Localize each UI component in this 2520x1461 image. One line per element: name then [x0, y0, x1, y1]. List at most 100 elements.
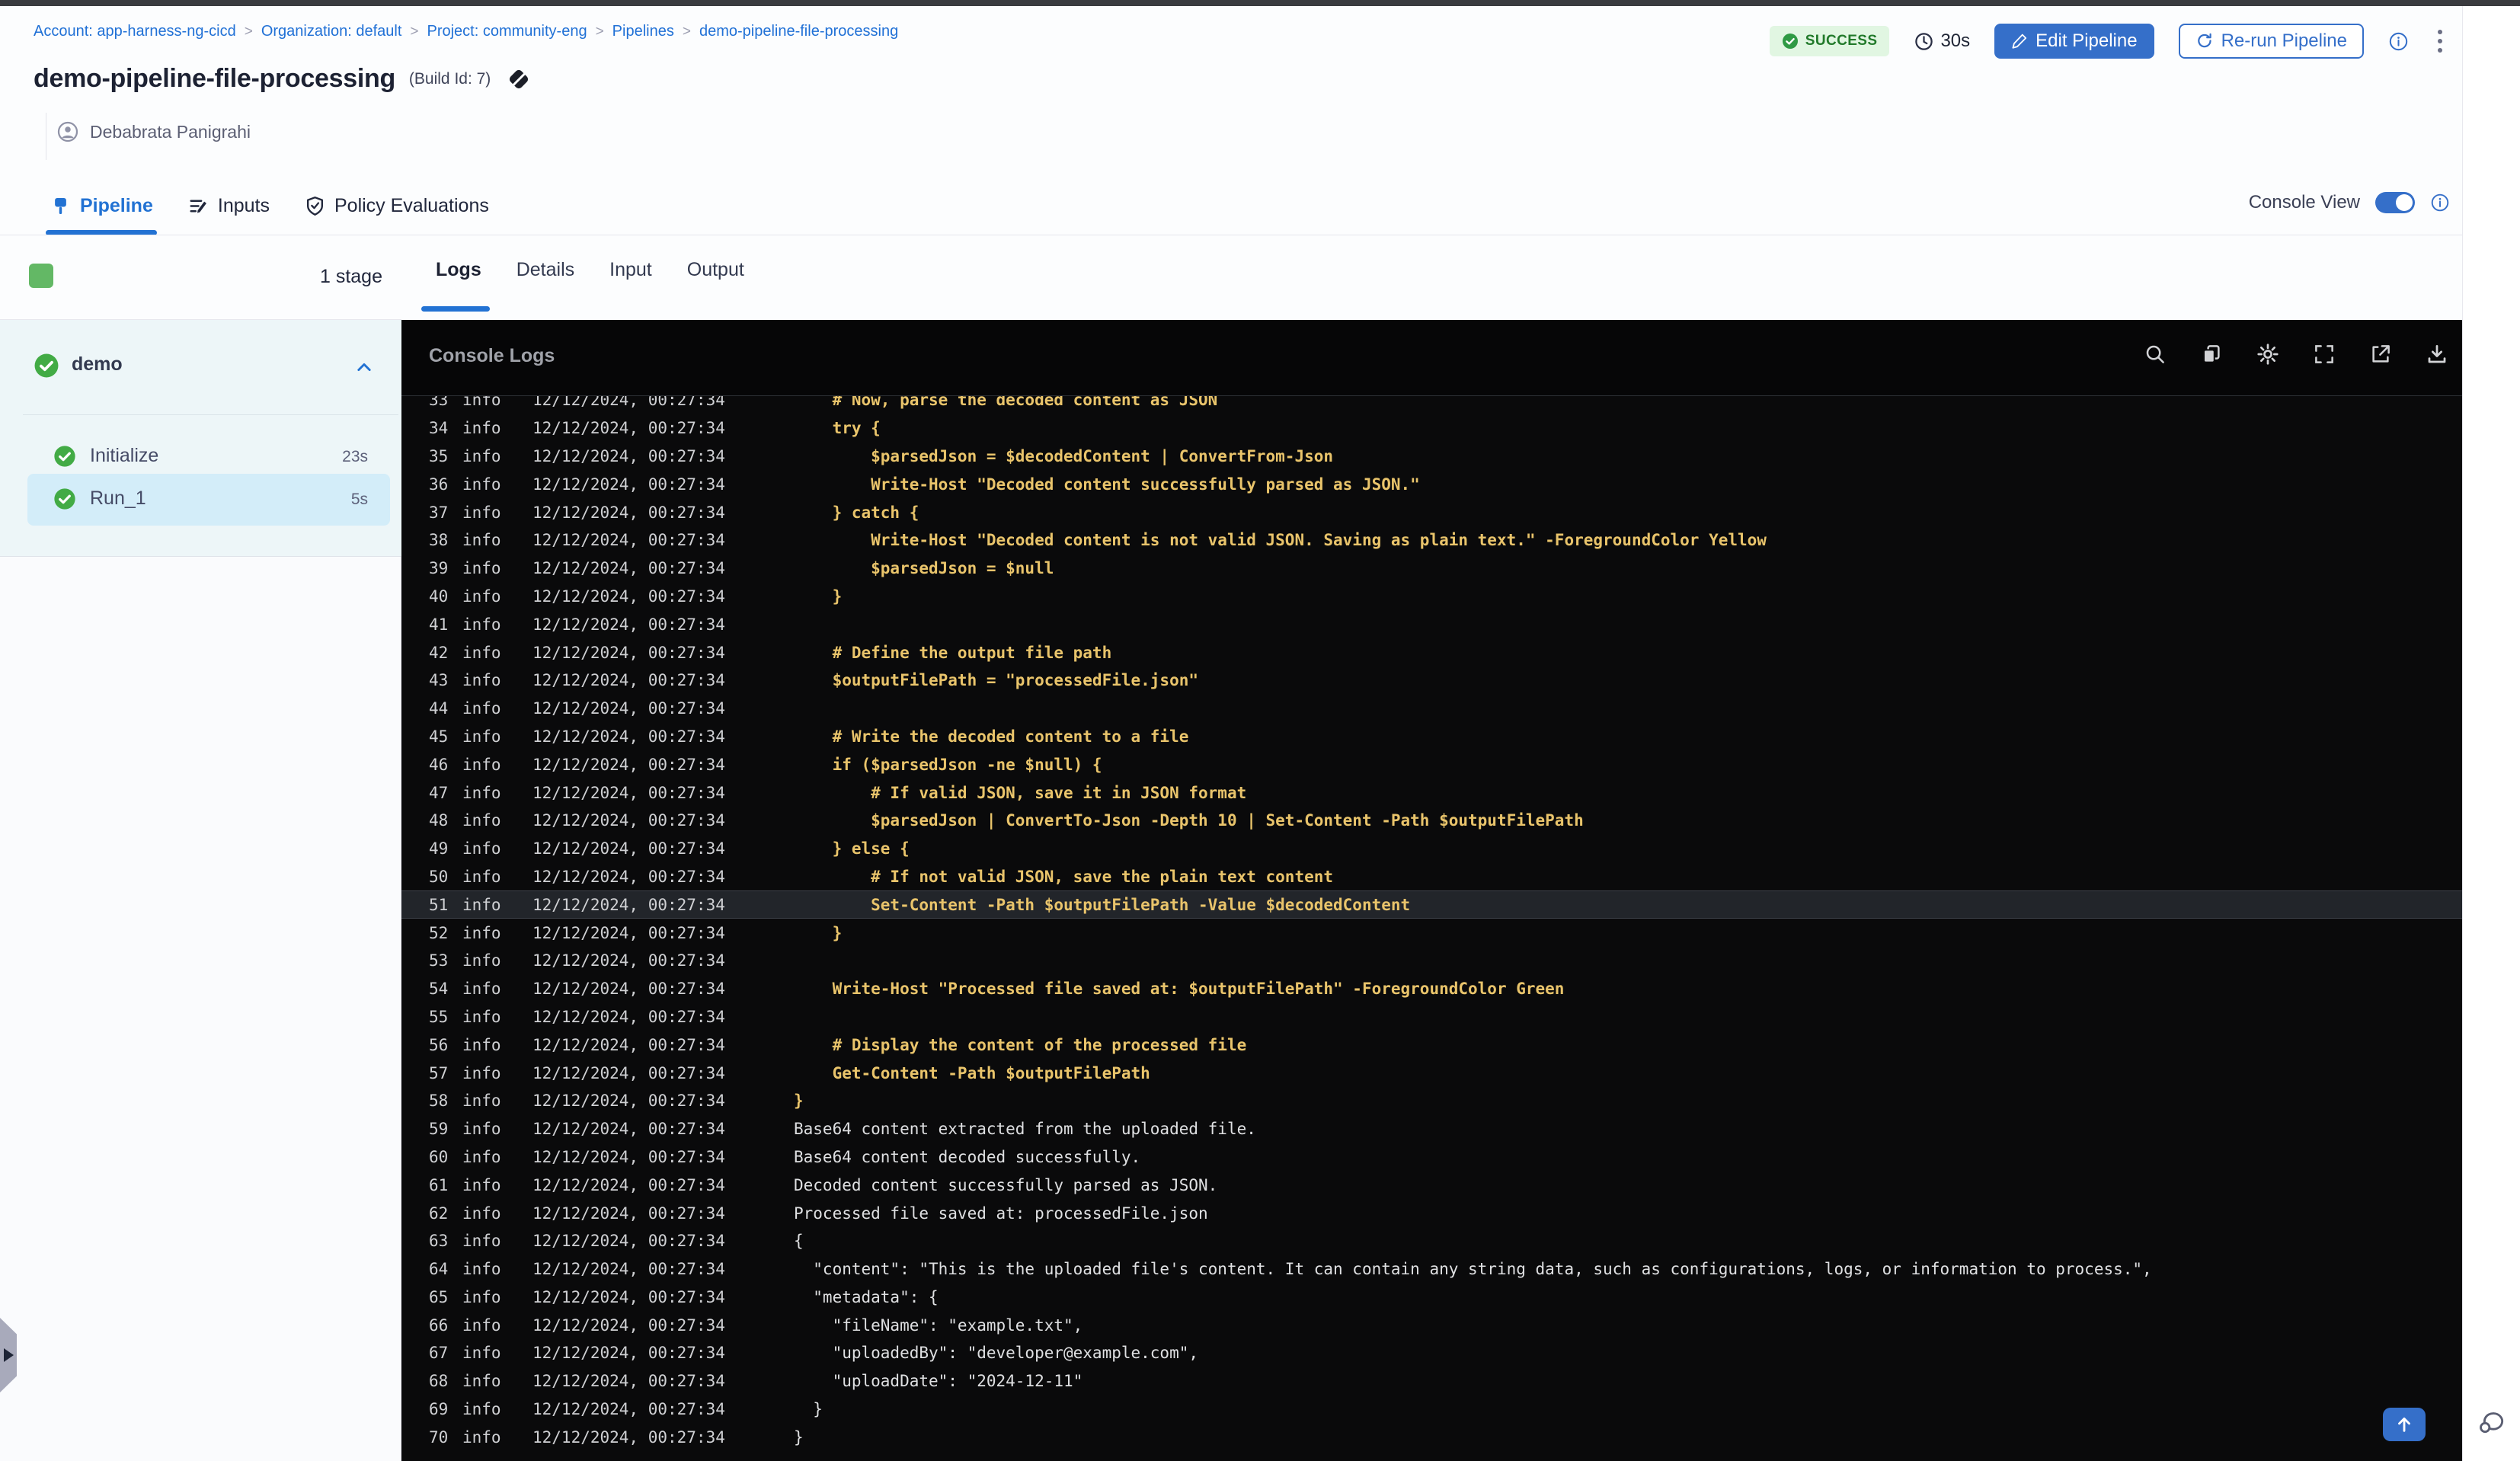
step-row-run-1[interactable]: Run_1 5s	[0, 472, 401, 526]
log-line-number: 66	[429, 1316, 449, 1335]
log-message: "metadata": {	[794, 1287, 939, 1306]
log-message: Write-Host "Processed file saved at: $ou…	[794, 980, 1565, 999]
expand-right-icon	[4, 1348, 14, 1362]
log-message: Processed file saved at: processedFile.j…	[794, 1204, 1208, 1223]
step-success-icon	[53, 445, 76, 468]
log-row: 44 info 12/12/2024, 00:27:34	[401, 695, 2462, 723]
log-level: info	[462, 475, 501, 494]
log-level: info	[462, 839, 501, 858]
rerun-pipeline-button[interactable]: Re-run Pipeline	[2178, 24, 2364, 59]
download-icon[interactable]	[2424, 341, 2450, 367]
chevron-up-icon[interactable]	[355, 358, 373, 376]
tab-logs[interactable]: Logs	[436, 259, 481, 281]
stage-group-demo: demo Initialize 23s Run_1 5s	[0, 320, 401, 557]
log-message: # Now, parse the decoded content as JSON	[794, 396, 1218, 410]
log-level: info	[462, 1175, 501, 1194]
tab-pipeline[interactable]: Pipeline	[50, 195, 153, 217]
log-timestamp: 12/12/2024, 00:27:34	[532, 419, 725, 438]
stage-group-divider	[23, 414, 398, 415]
open-in-new-icon[interactable]	[2368, 341, 2394, 367]
stage-group-header[interactable]: demo	[0, 343, 401, 388]
more-options-menu-icon[interactable]	[2433, 25, 2447, 57]
log-level: info	[462, 559, 501, 578]
log-message: try {	[794, 419, 881, 438]
log-timestamp: 12/12/2024, 00:27:34	[532, 1035, 725, 1054]
log-row: 51 info 12/12/2024, 00:27:34 Set-Content…	[401, 890, 2462, 919]
log-level: info	[462, 1204, 501, 1223]
log-timestamp: 12/12/2024, 00:27:34	[532, 1316, 725, 1335]
log-level: info	[462, 671, 501, 690]
status-badge: SUCCESS	[1769, 26, 1890, 56]
breadcrumb-project-link[interactable]: Project: community-eng	[427, 23, 587, 40]
breadcrumb-pipelines-link[interactable]: Pipelines	[612, 23, 674, 40]
log-timestamp: 12/12/2024, 00:27:34	[532, 643, 725, 662]
breadcrumb-account-link[interactable]: Account: app-harness-ng-cicd	[34, 23, 236, 40]
log-level: info	[462, 1147, 501, 1166]
log-timestamp: 12/12/2024, 00:27:34	[532, 867, 725, 886]
log-line-number: 42	[429, 643, 449, 662]
log-row: 40 info 12/12/2024, 00:27:34 }	[401, 583, 2462, 611]
fullscreen-icon[interactable]	[2311, 341, 2337, 367]
log-row: 53 info 12/12/2024, 00:27:34	[401, 947, 2462, 975]
settings-gear-icon[interactable]	[2255, 341, 2281, 367]
search-icon[interactable]	[2142, 341, 2168, 367]
console-view-toggle[interactable]	[2375, 192, 2415, 213]
log-row: 47 info 12/12/2024, 00:27:34 # If valid …	[401, 778, 2462, 807]
console-log-viewport[interactable]: 33 info 12/12/2024, 00:27:34 # Now, pars…	[401, 396, 2462, 1461]
log-line-number: 46	[429, 755, 449, 774]
tab-policy-evaluations[interactable]: Policy Evaluations	[305, 195, 489, 217]
log-level: info	[462, 643, 501, 662]
log-message: Base64 content extracted from the upload…	[794, 1120, 1256, 1139]
log-line-number: 68	[429, 1372, 449, 1391]
tab-input[interactable]: Input	[609, 259, 652, 281]
inputs-icon	[190, 200, 206, 213]
log-timestamp: 12/12/2024, 00:27:34	[532, 895, 725, 914]
log-row: 34 info 12/12/2024, 00:27:34 try {	[401, 414, 2462, 443]
log-level: info	[462, 867, 501, 886]
log-row: 60 info 12/12/2024, 00:27:34 Base64 cont…	[401, 1143, 2462, 1172]
log-timestamp: 12/12/2024, 00:27:34	[532, 475, 725, 494]
edit-pipeline-label: Edit Pipeline	[2036, 30, 2138, 51]
log-line-number: 70	[429, 1427, 449, 1447]
log-row: 63 info 12/12/2024, 00:27:34 {	[401, 1227, 2462, 1255]
log-timestamp: 12/12/2024, 00:27:34	[532, 1287, 725, 1306]
log-timestamp: 12/12/2024, 00:27:34	[532, 587, 725, 606]
log-message: # If not valid JSON, save the plain text…	[794, 867, 1334, 886]
log-level: info	[462, 727, 501, 746]
log-timestamp: 12/12/2024, 00:27:34	[532, 446, 725, 465]
breadcrumb-separator: >	[595, 24, 604, 40]
tab-details[interactable]: Details	[516, 259, 574, 281]
log-row: 48 info 12/12/2024, 00:27:34 $parsedJson…	[401, 807, 2462, 835]
breadcrumb-pipeline-link[interactable]: demo-pipeline-file-processing	[699, 23, 898, 40]
help-chat-icon[interactable]	[2476, 1408, 2506, 1438]
tab-inputs[interactable]: Inputs	[188, 195, 270, 217]
log-row: 66 info 12/12/2024, 00:27:34 "fileName":…	[401, 1311, 2462, 1339]
log-row: 62 info 12/12/2024, 00:27:34 Processed f…	[401, 1199, 2462, 1227]
rerun-info-icon[interactable]	[2388, 31, 2409, 52]
log-message: Base64 content decoded successfully.	[794, 1147, 1141, 1166]
copy-icon[interactable]	[2199, 341, 2224, 367]
scroll-to-top-button[interactable]	[2383, 1408, 2426, 1441]
log-line-number: 38	[429, 531, 449, 550]
log-message: $parsedJson = $null	[794, 559, 1054, 578]
log-row: 39 info 12/12/2024, 00:27:34 $parsedJson…	[401, 555, 2462, 583]
stage-status-square[interactable]	[29, 264, 53, 288]
console-view-info-icon[interactable]	[2430, 193, 2450, 213]
log-message: $parsedJson = $decodedContent | ConvertF…	[794, 446, 1334, 465]
log-timestamp: 12/12/2024, 00:27:34	[532, 531, 725, 550]
breadcrumb-org-link[interactable]: Organization: default	[261, 23, 402, 40]
edit-pipeline-button[interactable]: Edit Pipeline	[1994, 24, 2154, 59]
log-line-number: 40	[429, 587, 449, 606]
log-message: }	[794, 1427, 804, 1447]
log-row: 37 info 12/12/2024, 00:27:34 } catch {	[401, 498, 2462, 526]
log-row: 43 info 12/12/2024, 00:27:34 $outputFile…	[401, 667, 2462, 695]
breadcrumb-separator: >	[682, 24, 691, 40]
log-timestamp: 12/12/2024, 00:27:34	[532, 1007, 725, 1026]
log-level: info	[462, 531, 501, 550]
log-level: info	[462, 923, 501, 942]
tab-output[interactable]: Output	[687, 259, 744, 281]
log-level: info	[462, 1316, 501, 1335]
log-message: }	[794, 587, 843, 606]
log-timestamp: 12/12/2024, 00:27:34	[532, 559, 725, 578]
log-timestamp: 12/12/2024, 00:27:34	[532, 1063, 725, 1082]
